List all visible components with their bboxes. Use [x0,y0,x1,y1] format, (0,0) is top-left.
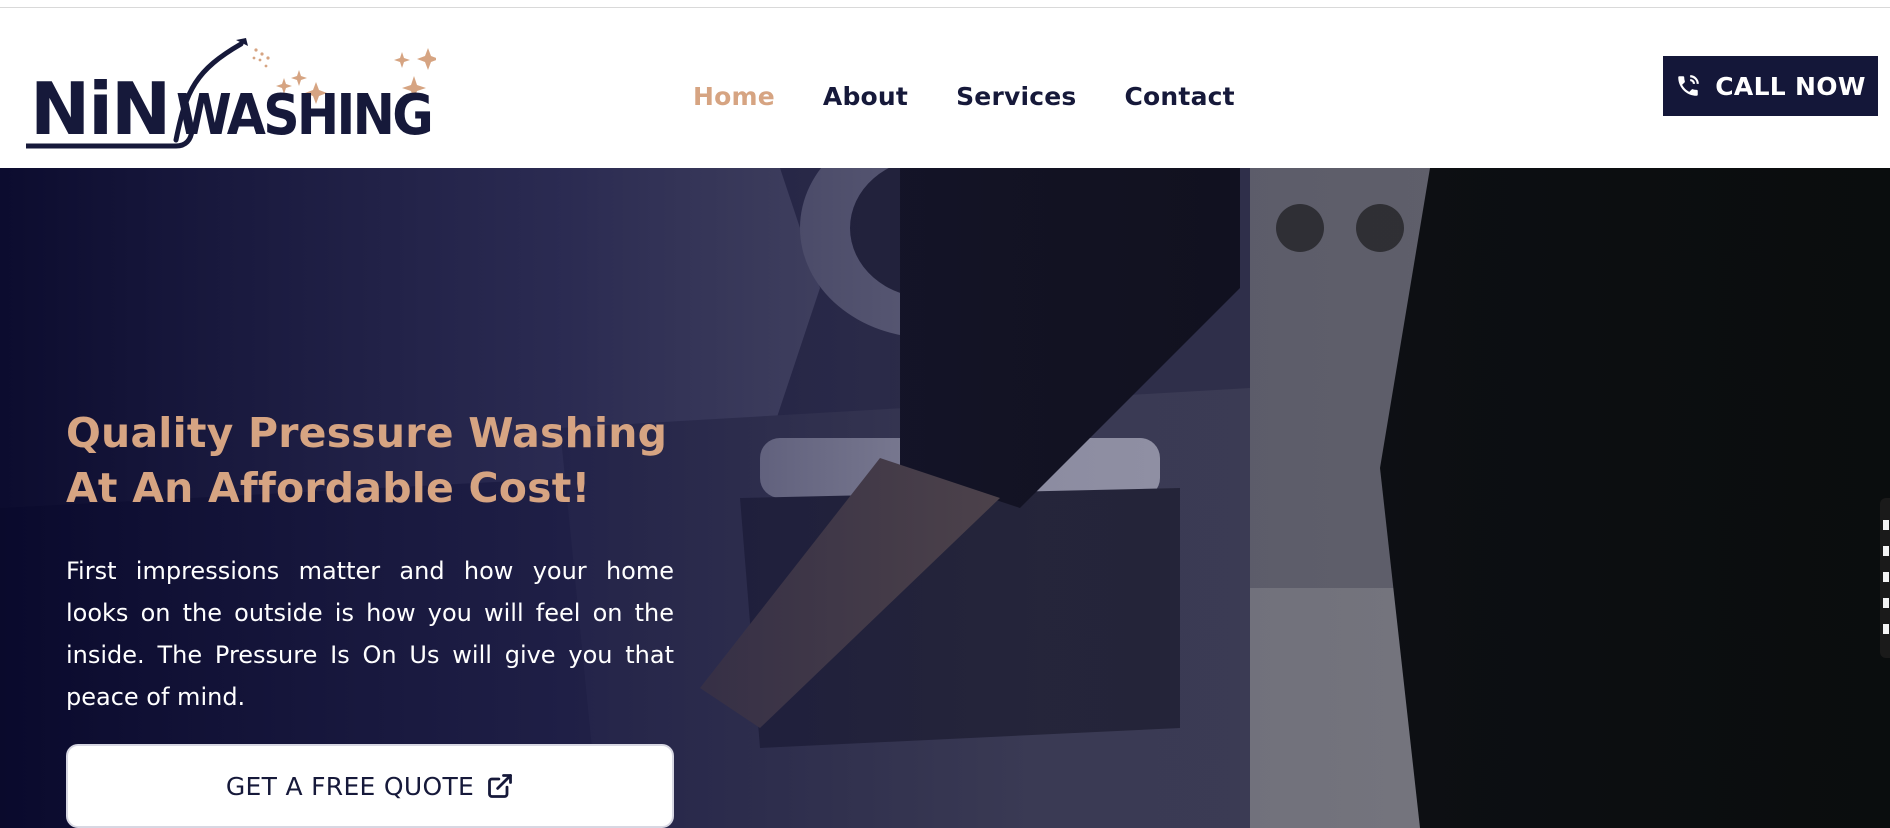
logo-text-part2: WASHING [176,83,431,148]
logo-text: NINSWASHING [26,155,27,156]
main-nav: Home About Services Contact [693,72,1283,120]
hero-section: Quality Pressure Washing At An Affordabl… [0,168,1890,828]
site-logo[interactable]: NiN WASHING NINSWASHING [26,30,436,155]
phone-icon [1678,75,1700,96]
logo-text-part1: NiN [30,67,169,151]
quote-button-label: GET A FREE QUOTE [225,771,475,801]
top-border [0,0,1890,8]
hero-content: Quality Pressure Washing At An Affordabl… [66,406,674,718]
nav-about[interactable]: About [823,82,908,111]
hero-description: First impressions matter and how your ho… [66,557,674,711]
get-free-quote-button[interactable]: GET A FREE QUOTE [66,744,674,828]
logo-graphic: NiN WASHING [26,38,436,151]
call-now-label: CALL NOW [1715,71,1866,101]
nav-contact[interactable]: Contact [1125,82,1235,111]
side-accessibility-widget[interactable] [1880,498,1890,658]
nav-home[interactable]: Home [693,82,775,111]
hero-title: Quality Pressure Washing At An Affordabl… [66,409,668,512]
site-header: NiN WASHING NINSWASHING Home About Servi… [0,8,1890,168]
external-link-icon [488,774,513,798]
nav-services[interactable]: Services [956,82,1076,111]
call-now-button[interactable]: CALL NOW [1663,56,1878,116]
